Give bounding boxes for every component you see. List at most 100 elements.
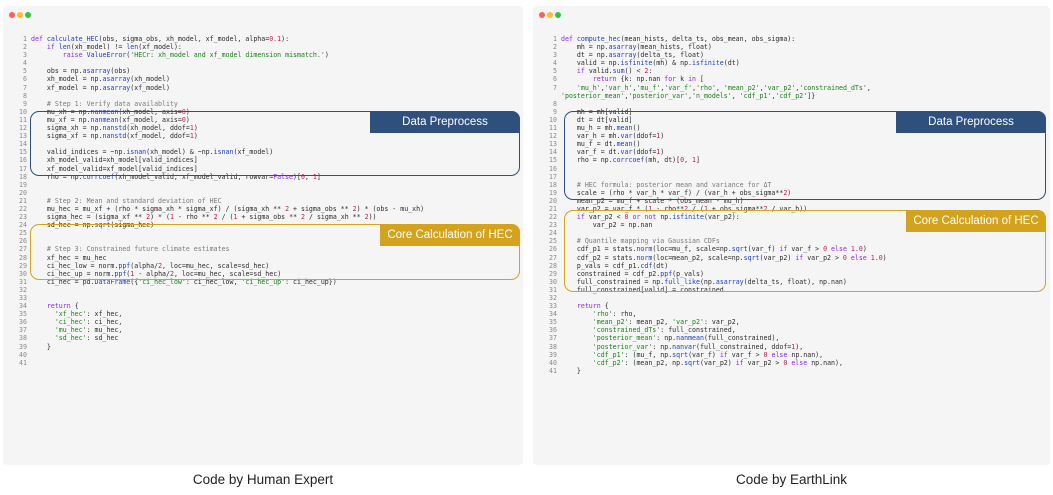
code-token: 'cdf_p2' [592,358,625,367]
minimize-dot-icon[interactable] [17,12,23,18]
line-number: 17 [549,172,557,181]
code-token: 'constrained_dTs' [799,83,867,92]
code-text: xh_model = np.asarray(xh_model) [31,75,170,83]
code-line: 41 } [533,367,1050,375]
code-line: 8 [533,100,1050,108]
code-text: if len(xh_model) != len(xf_model): [31,43,182,51]
line-number: 4 [23,59,27,68]
code-token: 'cdf_p1' [592,350,625,359]
code-text: mu_hec = mu_xf + (rho * sigma_xh * sigma… [31,205,424,213]
maximize-dot-icon[interactable] [555,12,561,18]
code-line: 7 'mu_h','var_h','mu_f','var_f','rho', '… [533,84,1050,92]
code-token: valid = np. [561,59,621,68]
code-line: 19 [3,181,523,189]
line-number: 41 [19,358,27,367]
line-number: 3 [553,51,557,60]
code-token: isfinite [692,59,724,68]
code-token: mu_hec = mu_xf + (rho * sigma_xh * sigma… [31,204,286,213]
line-number: 1 [553,35,557,43]
line-number: 9 [23,99,27,108]
code-token: var_p2 > [747,358,784,367]
code-token: sqrt [684,358,700,367]
code-token: len [58,43,71,52]
code-line: 38 'posterior_var': np.nanvar(full_const… [533,343,1050,351]
code-line: 22 mu_hec = mu_xf + (rho * sigma_xh * si… [3,205,523,213]
core-calculation-label: Core Calculation of HEC [380,224,520,246]
code-text: sigma_hec = (sigma_xf ** 2) * (1 - rho *… [31,213,377,221]
code-token: 'mu_hec' [54,326,87,335]
code-text: 'ci_hec': ci_hec, [31,318,123,326]
code-token: 'mu_h' [576,83,601,92]
close-dot-icon[interactable] [539,12,545,18]
code-token: np.nan), [811,358,843,367]
code-token: 'rho' [696,83,716,92]
code-token: 'mean_p2' [592,318,629,327]
line-number: 23 [549,221,557,230]
line-number: 22 [549,213,557,222]
code-token: obs = np. [31,67,83,76]
code-text: 'mu_hec': mu_hec, [31,326,123,335]
code-line: 1 def calculate_HEC(obs, sigma_obs, xh_mo… [3,35,523,43]
code-token: np.nan), [791,350,824,359]
line-number: 14 [19,140,27,149]
code-token: nanvar [672,342,696,351]
data-preprocess-box: Data Preprocess [564,111,1046,200]
code-token: / ( [217,213,234,222]
code-token: [ [696,75,704,84]
code-token: if [719,350,732,359]
line-number: 33 [549,302,557,311]
code-token: (obs, sigma_obs, xh_model, xf_model, alp… [98,35,270,43]
code-line: 40 'cdf_p2': (mean_p2, np.sqrt(var_p2) i… [533,359,1050,367]
code-token: {k: np.nan [616,75,665,84]
line-number: 2 [23,43,27,52]
code-text: mh = np.asarray(mean_hists, float) [561,43,712,51]
code-token: asarray [608,51,637,60]
code-line: 3 raise ValueError('HECr: xh_model and x… [3,51,523,59]
code-token: 'xf_hec' [54,310,87,319]
line-number: 34 [549,310,557,319]
line-number: 41 [549,366,557,375]
code-token: asarray [102,83,131,92]
code-text: obs = np.asarray(obs) [31,67,130,75]
line-number: 28 [19,253,27,262]
line-number: 28 [549,261,557,270]
code-text: 'posterior_var': np.nanvar(full_constrai… [561,343,803,351]
code-token: - rho ** [173,213,214,222]
code-panel-human-expert: 1 def calculate_HEC(obs, sigma_obs, xh_mo… [3,6,523,465]
code-token: 'HECr: xh_model and xf_model dimension m… [130,51,325,60]
minimize-dot-icon[interactable] [547,12,553,18]
code-line: 21 # Step 2: Mean and standard deviation… [3,197,523,205]
code-token: (var_p2) [699,358,736,367]
code-token: return [46,302,71,311]
code-text: return { [561,302,609,310]
maximize-dot-icon[interactable] [25,12,31,18]
line-number: 16 [549,164,557,173]
code-token: (full_constrained, ddof= [696,342,792,351]
code-token: asarray [608,43,637,52]
close-dot-icon[interactable] [9,12,15,18]
line-number: 4 [553,59,557,68]
line-number: 32 [19,285,27,294]
code-block: 1 def calculate_HEC(obs, sigma_obs, xh_mo… [3,35,523,367]
line-number: 3 [23,51,27,60]
code-token: : [648,67,653,76]
code-line: 6 xh_model = np.asarray(xh_model) [3,75,523,83]
line-number: 15 [549,156,557,165]
code-token: ValueError [86,51,127,60]
code-line: 2 if len(xh_model) != len(xf_model): [3,43,523,51]
code-text: def calculate_HEC(obs, sigma_obs, xh_mod… [31,35,289,43]
code-token: compute_hec [576,35,621,43]
code-token: (obs) [110,67,131,76]
line-number: 7 [23,83,27,92]
code-token: (mh) & np. [652,59,693,68]
line-number: 38 [549,342,557,351]
code-token: { [600,302,609,311]
code-token: 'n_models' [692,91,732,100]
